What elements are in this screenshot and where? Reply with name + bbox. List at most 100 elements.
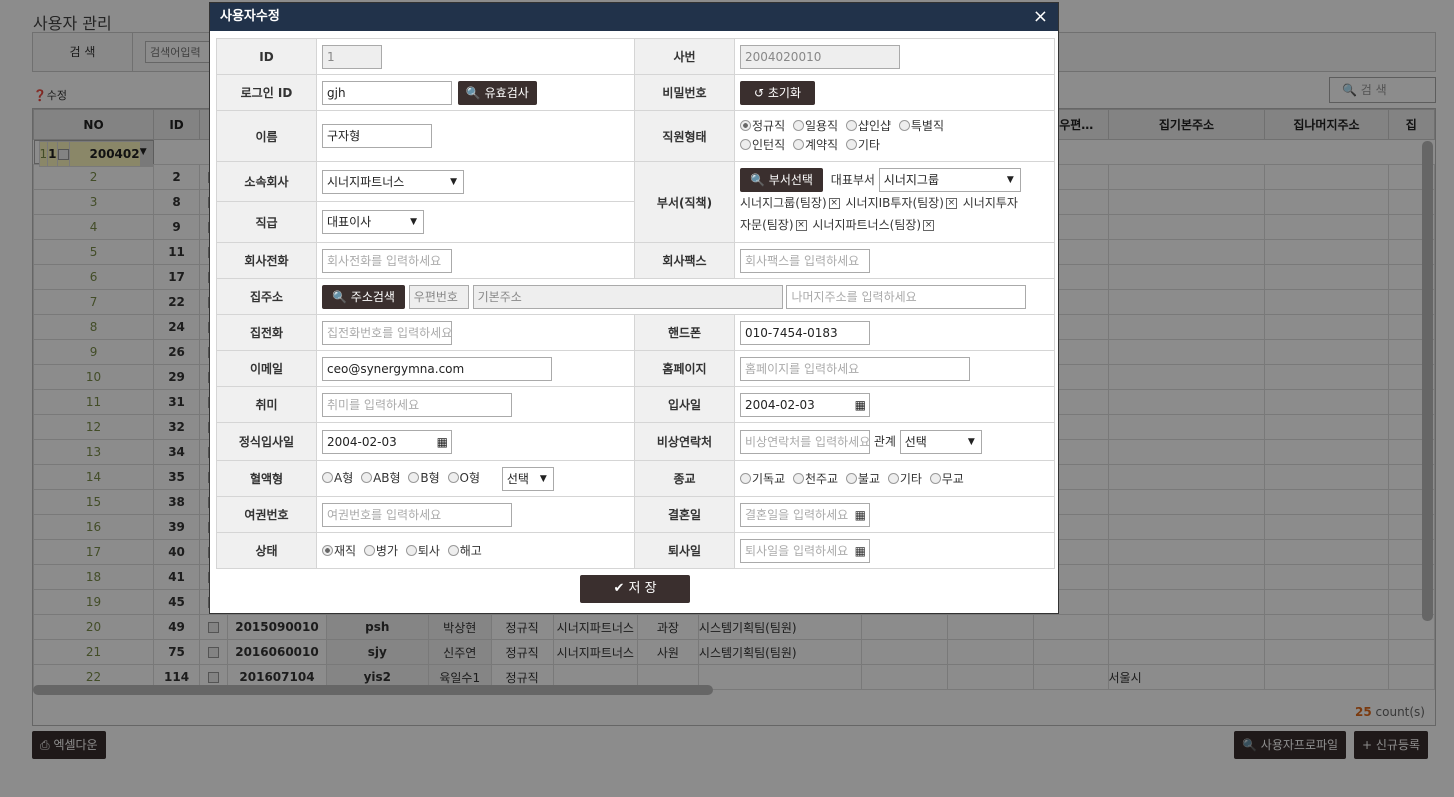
label-wedding: 결혼일: [634, 496, 735, 533]
status-fired[interactable]: 해고: [447, 542, 482, 559]
label-hobby: 취미: [216, 386, 317, 423]
relation-select[interactable]: 선택: [899, 429, 982, 454]
calendar-icon[interactable]: ▦: [437, 431, 448, 453]
addr2-input[interactable]: 나머지주소를 입력하세요: [786, 284, 1027, 309]
status-active[interactable]: 재직: [322, 542, 356, 559]
sabun-field: 2004020010: [740, 44, 900, 69]
label-leave-date: 퇴사일: [634, 532, 735, 569]
label-home-phone: 집전화: [216, 314, 317, 351]
religion-buddhist[interactable]: 불교: [845, 470, 880, 487]
emp-type-intern[interactable]: 인턴직: [740, 136, 785, 155]
label-rank: 직급: [216, 201, 317, 243]
calendar-icon[interactable]: ▦: [855, 504, 866, 526]
emergency-input[interactable]: 비상연락처를 입력하세요: [740, 429, 870, 454]
name-input[interactable]: 구자형: [322, 124, 432, 148]
label-company: 소속회사: [216, 161, 317, 202]
label-emergency: 비상연락처: [634, 422, 735, 461]
rep-dept-select[interactable]: 시너지그룹: [878, 168, 1021, 192]
religion-etc[interactable]: 기타: [887, 470, 922, 487]
relation-label: 관계: [873, 434, 896, 448]
label-join-date: 입사일: [634, 386, 735, 423]
reset-icon: ↺: [754, 85, 765, 100]
dept-tag: 시너지그룹(팀장): [740, 196, 827, 210]
company-phone-input[interactable]: 회사전화를 입력하세요: [322, 248, 452, 273]
label-name: 이름: [216, 110, 317, 162]
label-status: 상태: [216, 532, 317, 569]
validate-label: 유효검사: [484, 85, 529, 100]
emp-type-daily[interactable]: 일용직: [792, 117, 838, 136]
label-home-addr: 집주소: [216, 278, 317, 315]
login-id-input[interactable]: gjh: [322, 80, 452, 105]
label-login-id: 로그인 ID: [216, 74, 317, 111]
blood-a[interactable]: A형: [322, 469, 353, 486]
modal-header: 사용자수정 ×: [210, 3, 1058, 31]
label-sabun: 사번: [634, 38, 735, 75]
passport-input[interactable]: 여권번호를 입력하세요: [322, 502, 512, 527]
dept-tag: 자문(팀장): [740, 218, 794, 232]
religion-christian[interactable]: 기독교: [740, 470, 785, 487]
user-edit-modal: 사용자수정 × ID 1 사번 2004020010 로그인 ID gjh 🔍 …: [209, 2, 1059, 614]
label-password: 비밀번호: [634, 74, 735, 111]
emp-type-special[interactable]: 특별직: [898, 117, 944, 136]
reset-label: 초기화: [767, 85, 802, 100]
home-phone-input[interactable]: 집전화번호를 입력하세요: [322, 320, 452, 345]
remove-dept-icon[interactable]: ×: [923, 220, 935, 231]
label-company-phone: 회사전화: [216, 242, 317, 279]
leave-date-input[interactable]: 퇴사일을 입력하세요 ▦: [740, 538, 870, 563]
status-sick[interactable]: 병가: [363, 542, 398, 559]
blood-ab[interactable]: AB형: [361, 469, 401, 486]
mobile-input[interactable]: 010-7454-0183: [740, 320, 870, 345]
search-icon: 🔍: [332, 289, 347, 304]
check-icon: ✔: [613, 581, 625, 596]
blood-rh-select[interactable]: 선택: [501, 466, 554, 491]
addr-search-label: 주소검색: [350, 289, 395, 304]
email-input[interactable]: ceo@synergymna.com: [322, 356, 552, 381]
remove-dept-icon[interactable]: ×: [945, 198, 957, 209]
religion-none[interactable]: 무교: [929, 470, 964, 487]
reset-password-button[interactable]: ↺ 초기화: [740, 80, 816, 105]
save-button[interactable]: ✔ 저 장: [580, 575, 690, 603]
dept-tag: 시너지IB투자(팀장): [845, 196, 944, 210]
religion-catholic[interactable]: 천주교: [792, 470, 838, 487]
label-formal-join: 정식입사일: [216, 422, 317, 461]
hobby-input[interactable]: 취미를 입력하세요: [322, 392, 512, 417]
user-form: ID 1 사번 2004020010 로그인 ID gjh 🔍 유효검사 비밀번…: [216, 38, 1055, 569]
search-icon: 🔍: [750, 173, 765, 187]
company-select[interactable]: 시너지파트너스: [322, 169, 464, 194]
label-homepage: 홈페이지: [634, 350, 735, 387]
blood-b[interactable]: B형: [408, 469, 440, 486]
rank-select[interactable]: 대표이사: [322, 210, 424, 234]
formal-join-input[interactable]: 2004-02-03 ▦: [322, 429, 452, 454]
addr1-input: 기본주소: [472, 284, 783, 309]
wedding-input[interactable]: 결혼일을 입력하세요 ▦: [740, 502, 870, 527]
label-religion: 종교: [634, 460, 735, 497]
addr-search-button[interactable]: 🔍 주소검색: [322, 284, 405, 309]
search-icon: 🔍: [465, 85, 481, 100]
modal-title: 사용자수정: [220, 9, 280, 24]
label-passport: 여권번호: [216, 496, 317, 533]
id-field: 1: [322, 44, 382, 69]
calendar-icon[interactable]: ▦: [855, 394, 866, 416]
calendar-icon[interactable]: ▦: [855, 540, 866, 562]
label-company-fax: 회사팩스: [634, 242, 735, 279]
emp-type-contract[interactable]: 계약직: [792, 136, 838, 155]
emp-type-shop[interactable]: 샵인샵: [845, 117, 891, 136]
company-fax-input[interactable]: 회사팩스를 입력하세요: [740, 248, 870, 273]
label-email: 이메일: [216, 350, 317, 387]
remove-dept-icon[interactable]: ×: [795, 220, 807, 231]
emp-type-regular[interactable]: 정규직: [740, 117, 785, 136]
emp-type-etc[interactable]: 기타: [845, 136, 880, 155]
close-icon[interactable]: ×: [1033, 3, 1048, 31]
homepage-input[interactable]: 홈페이지를 입력하세요: [740, 356, 970, 381]
join-date-input[interactable]: 2004-02-03 ▦: [740, 392, 870, 417]
validate-button[interactable]: 🔍 유효검사: [457, 80, 537, 105]
blood-o[interactable]: O형: [447, 469, 480, 486]
zip-input: 우편번호: [408, 284, 469, 309]
dept-select-button[interactable]: 🔍 부서선택: [740, 168, 823, 192]
remove-dept-icon[interactable]: ×: [828, 198, 840, 209]
dept-tag: 시너지파트너스(팀장): [812, 218, 922, 232]
status-resigned[interactable]: 퇴사: [405, 542, 440, 559]
label-blood: 혈액형: [216, 460, 317, 497]
label-mobile: 핸드폰: [634, 314, 735, 351]
label-emp-type: 직원형태: [634, 110, 735, 162]
